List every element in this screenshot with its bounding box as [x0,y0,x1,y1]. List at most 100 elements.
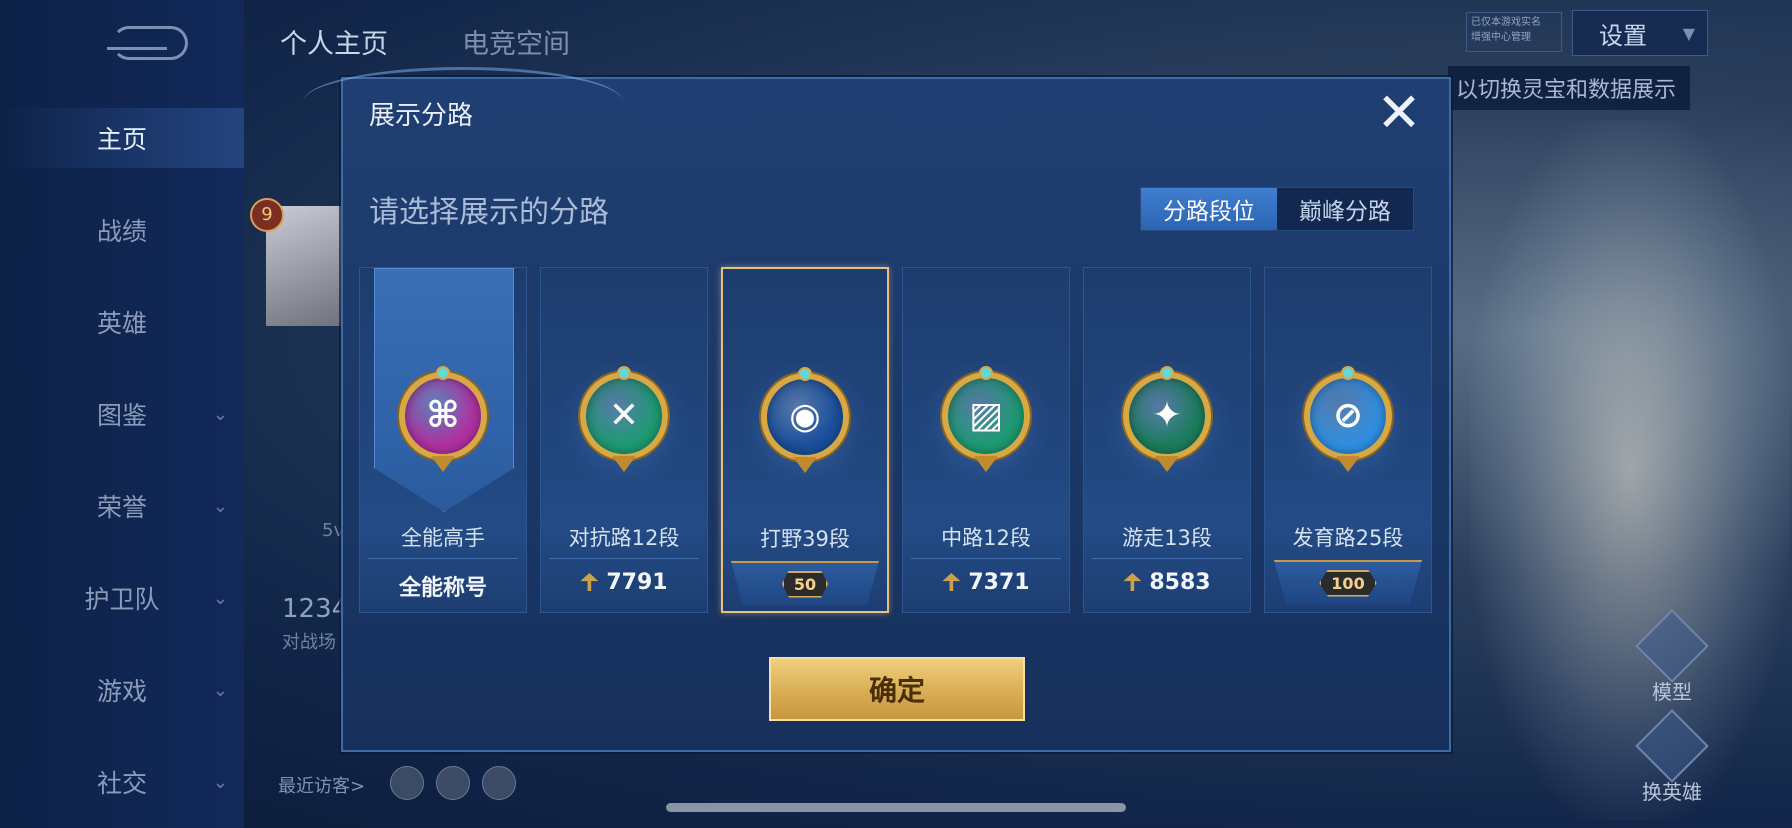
nav-item[interactable]: 护卫队 ⌄ [0,568,244,628]
settings-button[interactable]: 设置 ▼ [1572,10,1708,56]
lane-card[interactable]: ⌘ 全能高手 全能称号 [359,267,527,613]
clash-lane-emblem-icon: ✕ [580,366,668,472]
lane-card[interactable]: ◉ 打野39段 50 [721,267,889,613]
level-badge: 9 [250,198,284,232]
lane-card[interactable]: ⊘ 发育路25段 100 [1264,267,1432,613]
points-icon [580,573,599,591]
game-screen: 主页 战绩 英雄 图鉴 ⌄ 荣誉 ⌄ 护卫队 ⌄ 游戏 ⌄ 社交 ⌄ 个人主页 电竞空间 已仅本游戏实名… [0,0,1792,828]
roam-emblem-icon: ✦ [1123,366,1211,472]
lane-value: 7371 [903,570,1069,595]
lane-display-dialog: 展示分路 ✕ 请选择展示的分路 分路段位 巅峰分路 ⌘ 全能高手 全能称号 ✕ 对抗路1… [303,67,1451,752]
emblem-glyph: ✦ [1151,395,1183,436]
points-icon [942,573,961,591]
nav-item[interactable]: 游戏 ⌄ [0,660,244,720]
jungle-emblem-icon: ◉ [761,367,849,473]
divider [1092,558,1242,559]
recent-visitors-link[interactable]: 最近访客> [278,772,365,798]
nav-item[interactable]: 荣誉 ⌄ [0,476,244,536]
nav-item[interactable]: 英雄 [0,292,244,352]
lane-card[interactable]: ✦ 游走13段 8583 [1083,267,1251,613]
lane-value: 全能称号 [360,570,526,602]
emblem-glyph: ✕ [608,395,640,436]
tab-lane-rank[interactable]: 分路段位 [1141,188,1277,230]
lane-card[interactable]: ▨ 中路12段 7371 [902,267,1070,613]
close-button[interactable]: ✕ [1371,85,1427,141]
close-icon: ✕ [1376,81,1422,144]
model-icon [1635,609,1709,683]
emblem-glyph: ◉ [789,396,821,437]
nav-item-label: 主页 [96,125,147,154]
mid-lane-emblem-icon: ▨ [942,366,1030,472]
gem-icon [798,367,812,381]
lane-value-text: 7791 [606,570,668,595]
lane-value: 7791 [541,570,707,595]
switch-hero-button[interactable]: 换英雄 [1635,709,1709,805]
chevron-down-icon: ⌄ [212,587,228,609]
tab-profile[interactable]: 个人主页 [280,22,388,61]
confirm-button[interactable]: 确定 [769,657,1025,721]
lane-value-text: 8583 [1149,570,1211,595]
chevron-down-icon: ▼ [1682,23,1695,43]
switch-hero-icon [1635,709,1709,783]
tab-peak-lane[interactable]: 巅峰分路 [1277,188,1413,230]
lane-label: 中路12段 [941,526,1031,550]
nav-item[interactable]: 图鉴 ⌄ [0,384,244,444]
nav-item-label: 英雄 [96,309,147,338]
emblem-glyph: ▨ [968,395,1003,436]
emblem-glyph: ⌘ [426,395,460,436]
nav-item-label: 游戏 [96,677,147,706]
tab-esports[interactable]: 电竞空间 [462,22,570,61]
chevron-down-icon: ⌄ [212,679,228,701]
visitor-avatar[interactable] [390,766,424,800]
match-count-label: 对战场 [282,632,336,653]
visitor-avatar[interactable] [482,766,516,800]
nav-item[interactable]: 社交 ⌄ [0,752,244,812]
chevron-down-icon: ⌄ [212,495,228,517]
back-button[interactable] [107,26,188,60]
lane-value: 8583 [1084,570,1250,595]
gem-icon [1341,366,1355,380]
lane-label: 发育路25段 [1292,526,1404,550]
notice-line-1: 已仅本游戏实名 [1471,17,1541,28]
visitor-avatar[interactable] [436,766,470,800]
farm-lane-emblem-icon: ⊘ [1304,366,1392,472]
divider [549,558,699,559]
emblem-glyph: ⊘ [1332,395,1364,436]
star-banner: 50 [731,561,879,605]
lane-value-text: 7371 [968,570,1030,595]
nav-item-label: 战绩 [96,217,147,246]
realname-notice: 已仅本游戏实名 增强中心管理 [1466,12,1562,52]
dialog-subtitle: 请选择展示的分路 [369,195,609,230]
model-label: 模型 [1652,680,1692,704]
dialog-title: 展示分路 [369,101,474,131]
model-button[interactable]: 模型 [1635,609,1709,705]
nav-item-label: 荣誉 [96,493,147,522]
switch-hero-label: 换英雄 [1642,780,1702,804]
divider [368,558,518,559]
settings-label: 设置 [1599,21,1647,50]
lane-card[interactable]: ✕ 对抗路12段 7791 [540,267,708,613]
gem-icon [436,366,450,380]
nav-item-label: 社交 [96,769,147,798]
gem-icon [617,366,631,380]
match-count: 1234 [282,594,349,624]
star-count-badge: 50 [781,570,829,598]
lane-label: 游走13段 [1122,526,1212,550]
points-icon [1123,573,1142,591]
nav-item-label: 图鉴 [96,401,147,430]
lane-label: 打野39段 [760,527,850,551]
lane-value-text: 全能称号 [398,576,487,601]
nav-item-label: 护卫队 [84,585,160,614]
chevron-down-icon: ⌄ [212,403,228,425]
hero-character-art [1470,120,1790,820]
display-mode-toggle: 分路段位 巅峰分路 [1140,187,1414,231]
nav-item[interactable]: 主页 [0,108,244,168]
gem-icon [979,366,993,380]
star-count-badge: 100 [1319,569,1377,597]
nav-item[interactable]: 战绩 [0,200,244,260]
home-indicator[interactable] [666,803,1126,812]
divider [911,558,1061,559]
lane-card-list: ⌘ 全能高手 全能称号 ✕ 对抗路12段 7791 ◉ 打野39段 50 ▨ 中路12段 7371 ✦ 游… [359,267,1439,613]
background-tip: 以切换灵宝和数据展示 [1448,66,1690,110]
side-navigation: 主页 战绩 英雄 图鉴 ⌄ 荣誉 ⌄ 护卫队 ⌄ 游戏 ⌄ 社交 ⌄ [0,0,244,828]
